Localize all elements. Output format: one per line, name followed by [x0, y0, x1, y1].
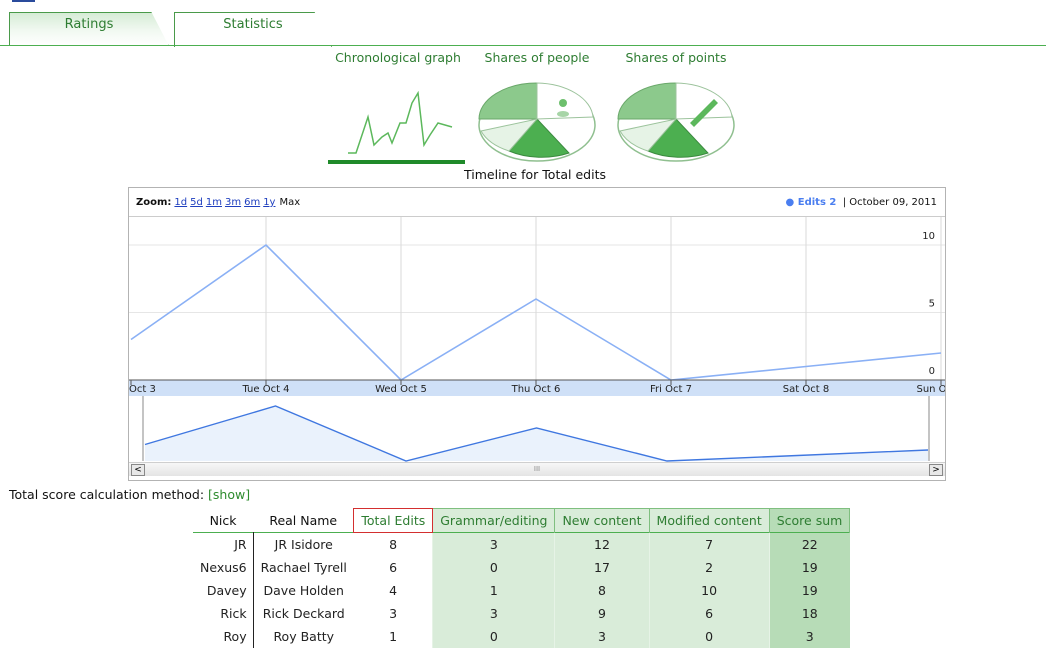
scroll-right-button[interactable]: >: [929, 464, 943, 476]
zoom-controls: Zoom: 1d 5d 1m 3m 6m 1y Max: [136, 197, 300, 208]
table-row: Rick Rick Deckard 3 3 9 6 18: [193, 601, 850, 625]
tab-ratings[interactable]: Ratings: [9, 12, 169, 46]
x-tick-label: Tue Oct 4: [241, 384, 289, 395]
cell-total-edits: 6: [389, 559, 398, 575]
cell-real-name: Rachael Tyrell: [260, 559, 347, 575]
zoom-1y-link[interactable]: 1y: [263, 197, 275, 208]
chart-title: Timeline for Total edits: [464, 167, 606, 182]
x-tick-label: Oct 3: [129, 384, 156, 395]
x-tick-label: Sat Oct 8: [783, 384, 829, 395]
cell-nick: Rick: [193, 601, 254, 625]
zoom-1d-link[interactable]: 1d: [174, 197, 187, 208]
cell-score-sum: 19: [769, 555, 850, 579]
tab-bar-line: [0, 45, 1046, 46]
cell-score-sum: 19: [769, 578, 850, 602]
cell-modified-content: 0: [648, 624, 770, 648]
col-header-nick[interactable]: Nick: [193, 509, 253, 533]
chart-legend: ● Edits 2 | October 09, 2011: [785, 197, 937, 208]
x-tick-label: Wed Oct 5: [375, 384, 427, 395]
cell-grammar-editing: 0: [432, 555, 556, 579]
cell-total-edits: 1: [389, 628, 398, 644]
main-plot: 0 5 10 Oct 3 Tue Oct 4 Wed Oct 5 Thu Oct 6 Fri …: [129, 217, 945, 462]
cell-nick: Davey: [193, 578, 254, 602]
legend-series: ● Edits 2: [785, 197, 837, 208]
score-method: Total score calculation method: [show]: [9, 487, 250, 502]
legend-series-value: 2: [829, 197, 837, 208]
range-scrollbar[interactable]: < III >: [129, 462, 945, 476]
subtab-shares-of-points[interactable]: Shares of points: [614, 50, 738, 168]
cell-grammar-editing: 3: [432, 601, 556, 625]
scores-table: Nick Real Name Total Edits Grammar/editi…: [193, 508, 851, 648]
x-tick-label: Thu Oct 6: [511, 384, 561, 395]
tab-bar: Ratings Statistics: [0, 12, 1046, 48]
top-accent-line: [12, 0, 35, 2]
cell-score-sum: 18: [769, 601, 850, 625]
scroll-left-button[interactable]: <: [131, 464, 145, 476]
cell-grammar-editing: 3: [432, 532, 556, 556]
cell-total-edits: 4: [389, 582, 398, 598]
zoom-5d-link[interactable]: 5d: [190, 197, 203, 208]
x-tick-label: Sun Oct 9: [916, 384, 945, 395]
zoom-1m-link[interactable]: 1m: [206, 197, 222, 208]
cell-real-name: JR Isidore: [253, 532, 354, 556]
active-subtab-underline: [328, 160, 465, 164]
y-tick-label: 0: [929, 366, 935, 377]
y-tick-label: 5: [929, 299, 935, 310]
cell-nick: JR: [193, 532, 254, 556]
x-tick-label: Fri Oct 7: [650, 384, 692, 395]
subtab-label: Shares of points: [625, 50, 727, 65]
cell-grammar-editing: 0: [432, 624, 556, 648]
cell-score-sum: 3: [769, 624, 850, 648]
col-header-score-sum[interactable]: Score sum: [768, 508, 851, 533]
cell-modified-content: 10: [648, 578, 770, 602]
cell-nick: Roy: [193, 624, 254, 648]
cell-real-name: Roy Batty: [273, 628, 335, 644]
col-header-new-content[interactable]: New content: [554, 508, 650, 533]
col-header-total-edits[interactable]: Total Edits: [353, 508, 434, 533]
tab-statistics[interactable]: Statistics: [174, 12, 332, 47]
table-header-row: Nick Real Name Total Edits Grammar/editi…: [193, 508, 851, 533]
score-method-show-link[interactable]: [show]: [208, 487, 250, 502]
y-tick-label: 10: [922, 231, 935, 242]
subtab-label: Shares of people: [484, 50, 590, 65]
zoom-label: Zoom:: [136, 197, 172, 208]
cell-nick: Nexus6: [193, 555, 254, 579]
scroll-thumb[interactable]: III: [147, 465, 927, 475]
col-header-grammar-editing[interactable]: Grammar/editing: [432, 508, 556, 533]
zoom-3m-link[interactable]: 3m: [225, 197, 241, 208]
line-graph-icon: [348, 90, 453, 154]
table-row: Nexus6 Rachael Tyrell 6 0 17 2 19: [193, 555, 850, 579]
cell-modified-content: 6: [648, 601, 770, 625]
legend-date: October 09, 2011: [849, 197, 937, 208]
navigator-area: [145, 406, 928, 461]
pie-people-icon: [478, 82, 596, 162]
cell-score-sum: 22: [769, 532, 850, 556]
cell-modified-content: 7: [648, 532, 770, 556]
col-header-real-name[interactable]: Real Name: [253, 509, 354, 533]
cell-modified-content: 2: [648, 555, 770, 579]
cell-new-content: 8: [554, 578, 650, 602]
legend-series-name: Edits: [797, 197, 826, 208]
cell-real-name: Rick Deckard: [262, 605, 345, 621]
table-row: Davey Dave Holden 4 1 8 10 19: [193, 578, 850, 602]
subtab-chronological-graph[interactable]: Chronological graph: [328, 50, 468, 168]
col-header-modified-content[interactable]: Modified content: [648, 508, 770, 533]
cell-new-content: 9: [554, 601, 650, 625]
cell-real-name: Dave Holden: [263, 582, 344, 598]
cell-total-edits: 3: [389, 605, 398, 621]
table-row: JR JR Isidore 8 3 12 7 22: [193, 532, 850, 556]
cell-new-content: 12: [554, 532, 650, 556]
timeline-chart: Zoom: 1d 5d 1m 3m 6m 1y Max ● Edits 2 | October…: [128, 187, 946, 481]
pie-points-icon: [617, 82, 735, 162]
zoom-max-current: Max: [279, 197, 301, 208]
cell-new-content: 17: [554, 555, 650, 579]
subtab-shares-of-people[interactable]: Shares of people: [475, 50, 599, 168]
cell-total-edits: 8: [353, 532, 433, 556]
cell-grammar-editing: 1: [432, 578, 556, 602]
table-row: Roy Roy Batty 1 0 3 0 3: [193, 624, 850, 648]
cell-new-content: 3: [554, 624, 650, 648]
subtab-label: Chronological graph: [335, 50, 461, 65]
score-method-label: Total score calculation method:: [9, 487, 205, 502]
zoom-6m-link[interactable]: 6m: [244, 197, 260, 208]
